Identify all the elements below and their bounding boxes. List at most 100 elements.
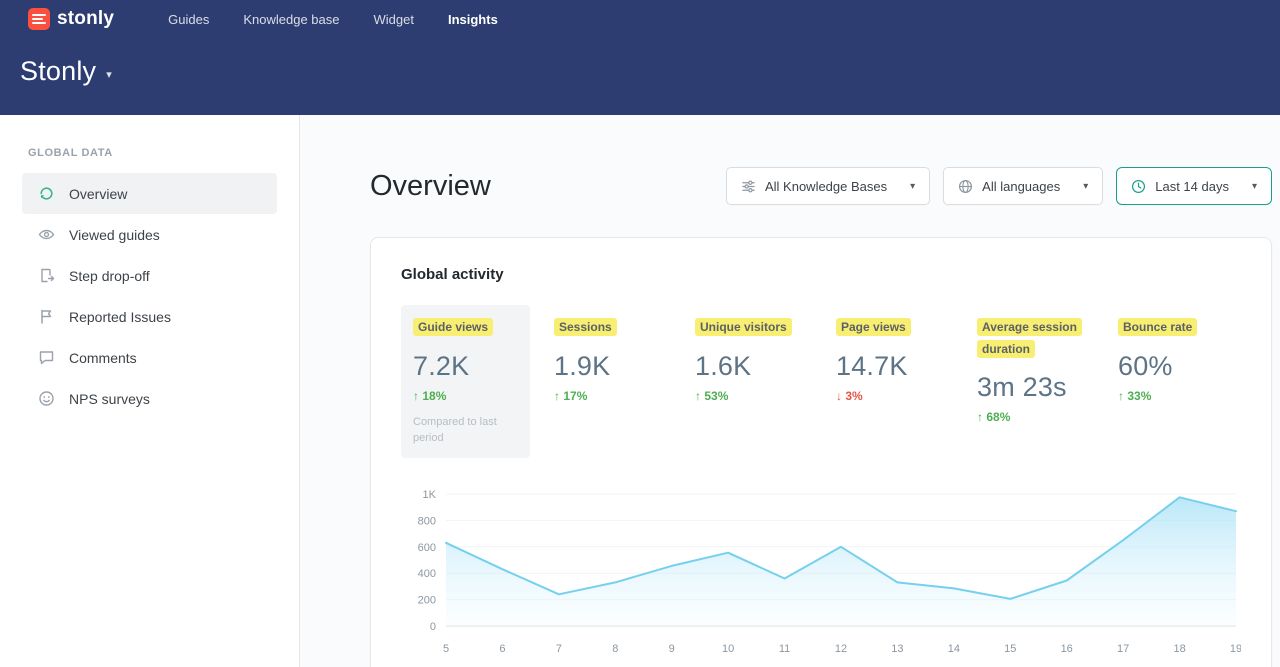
stat-value: 60% (1118, 351, 1223, 382)
stat-page-views[interactable]: Page views 14.7K ↓ 3% (824, 305, 953, 458)
date-range-filter-dropdown[interactable]: Last 14 days ▾ (1116, 167, 1272, 205)
sidebar-item-overview[interactable]: Overview (22, 173, 277, 214)
trend-arrow-icon: ↑ (554, 389, 560, 403)
workspace-title: Stonly (20, 56, 96, 87)
chevron-down-icon: ▾ (910, 181, 915, 192)
svg-text:8: 8 (612, 643, 618, 655)
stat-change: ↑ 53% (695, 389, 800, 403)
main-nav: Guides Knowledge base Widget Insights (168, 12, 498, 27)
comment-icon (38, 349, 55, 366)
sidebar-item-label: Reported Issues (69, 309, 171, 325)
global-activity-card: Global activity Guide views 7.2K ↑ 18% C… (370, 237, 1272, 667)
workspace-row: Stonly ▾ (0, 38, 1280, 87)
language-filter-value: All languages (982, 179, 1060, 194)
svg-text:0: 0 (430, 621, 436, 633)
stat-value: 1.9K (554, 351, 659, 382)
globe-icon (958, 179, 973, 194)
svg-text:600: 600 (418, 542, 436, 554)
nav-item-widget[interactable]: Widget (374, 12, 414, 27)
knowledge-base-filter-dropdown[interactable]: All Knowledge Bases ▾ (726, 167, 930, 205)
sidebar-item-label: Comments (69, 350, 137, 366)
step-dropoff-icon (38, 267, 55, 284)
stat-label: Page views (836, 318, 911, 336)
trend-arrow-icon: ↑ (1118, 389, 1124, 403)
smiley-icon (38, 390, 55, 407)
stat-unique-visitors[interactable]: Unique visitors 1.6K ↑ 53% (683, 305, 812, 458)
stat-bounce-rate[interactable]: Bounce rate 60% ↑ 33% (1106, 305, 1235, 458)
svg-text:5: 5 (443, 643, 449, 655)
stat-average-session-duration[interactable]: Average session duration 3m 23s ↑ 68% (965, 305, 1094, 458)
svg-text:6: 6 (499, 643, 505, 655)
svg-text:14: 14 (948, 643, 960, 655)
svg-text:17: 17 (1117, 643, 1129, 655)
trend-arrow-icon: ↑ (413, 389, 419, 403)
card-title: Global activity (401, 266, 1241, 283)
stat-change: ↑ 17% (554, 389, 659, 403)
trend-arrow-icon: ↓ (836, 389, 842, 403)
stat-label: Average session duration (977, 318, 1082, 358)
svg-text:9: 9 (669, 643, 675, 655)
workspace-dropdown-caret[interactable]: ▾ (106, 62, 112, 81)
nav-item-knowledge-base[interactable]: Knowledge base (243, 12, 339, 27)
sidebar-item-nps-surveys[interactable]: NPS surveys (22, 378, 277, 419)
stat-value: 1.6K (695, 351, 800, 382)
sidebar-item-label: NPS surveys (69, 391, 150, 407)
stat-label: Unique visitors (695, 318, 792, 336)
knowledge-base-filter-value: All Knowledge Bases (765, 179, 887, 194)
nav-item-guides[interactable]: Guides (168, 12, 209, 27)
svg-text:11: 11 (779, 643, 790, 655)
clock-icon (1131, 179, 1146, 194)
trend-arrow-icon: ↑ (695, 389, 701, 403)
svg-text:10: 10 (722, 643, 734, 655)
eye-icon (38, 226, 55, 243)
filter-icon (741, 179, 756, 194)
sidebar-item-label: Viewed guides (69, 227, 160, 243)
stats-row: Guide views 7.2K ↑ 18% Compared to last … (401, 305, 1241, 458)
svg-text:200: 200 (418, 595, 436, 607)
sidebar-item-comments[interactable]: Comments (22, 337, 277, 378)
date-range-filter-value: Last 14 days (1155, 179, 1229, 194)
sidebar-section-label: GLOBAL DATA (0, 147, 299, 173)
svg-text:15: 15 (1004, 643, 1016, 655)
svg-text:12: 12 (835, 643, 847, 655)
nav-item-insights[interactable]: Insights (448, 12, 498, 27)
stat-change: ↑ 33% (1118, 389, 1223, 403)
sidebar-item-reported-issues[interactable]: Reported Issues (22, 296, 277, 337)
stat-change: ↑ 18% (413, 389, 518, 403)
stat-label: Guide views (413, 318, 493, 336)
main-content: Overview All Knowledge Bases ▾ All langu… (300, 115, 1280, 667)
chevron-down-icon: ▾ (1252, 181, 1257, 192)
svg-text:16: 16 (1061, 643, 1073, 655)
sidebar: GLOBAL DATA Overview Viewed guides Step … (0, 115, 300, 667)
sidebar-item-label: Overview (69, 186, 127, 202)
svg-text:7: 7 (556, 643, 562, 655)
stonly-logo[interactable]: stonly (28, 8, 114, 30)
stat-sessions[interactable]: Sessions 1.9K ↑ 17% (542, 305, 671, 458)
language-filter-dropdown[interactable]: All languages ▾ (943, 167, 1103, 205)
svg-text:800: 800 (418, 516, 436, 528)
svg-text:19: 19 (1230, 643, 1241, 655)
svg-text:1K: 1K (423, 489, 437, 501)
svg-text:13: 13 (891, 643, 903, 655)
page-title: Overview (370, 170, 491, 203)
stat-note: Compared to last period (413, 415, 518, 447)
svg-text:18: 18 (1173, 643, 1185, 655)
trend-arrow-icon: ↑ (977, 410, 983, 424)
activity-area-chart: 0 200 400 600 800 1K 5 6 7 8 9 10 11 12 13 14 15 16 17 18 19 (401, 484, 1241, 665)
stat-value: 7.2K (413, 351, 518, 382)
filter-bar: All Knowledge Bases ▾ All languages ▾ La… (726, 167, 1272, 205)
top-navbar: stonly Guides Knowledge base Widget Insi… (0, 0, 1280, 115)
stat-guide-views[interactable]: Guide views 7.2K ↑ 18% Compared to last … (401, 305, 530, 458)
sidebar-item-viewed-guides[interactable]: Viewed guides (22, 214, 277, 255)
flag-icon (38, 308, 55, 325)
stat-change: ↑ 68% (977, 410, 1082, 424)
svg-text:400: 400 (418, 569, 436, 581)
stonly-logo-icon (28, 8, 50, 30)
sidebar-item-step-drop-off[interactable]: Step drop-off (22, 255, 277, 296)
stat-value: 14.7K (836, 351, 941, 382)
chevron-down-icon: ▾ (1083, 181, 1088, 192)
stat-value: 3m 23s (977, 372, 1082, 403)
stat-label: Sessions (554, 318, 617, 336)
stat-change: ↓ 3% (836, 389, 941, 403)
primary-nav-row: stonly Guides Knowledge base Widget Insi… (0, 0, 1280, 38)
